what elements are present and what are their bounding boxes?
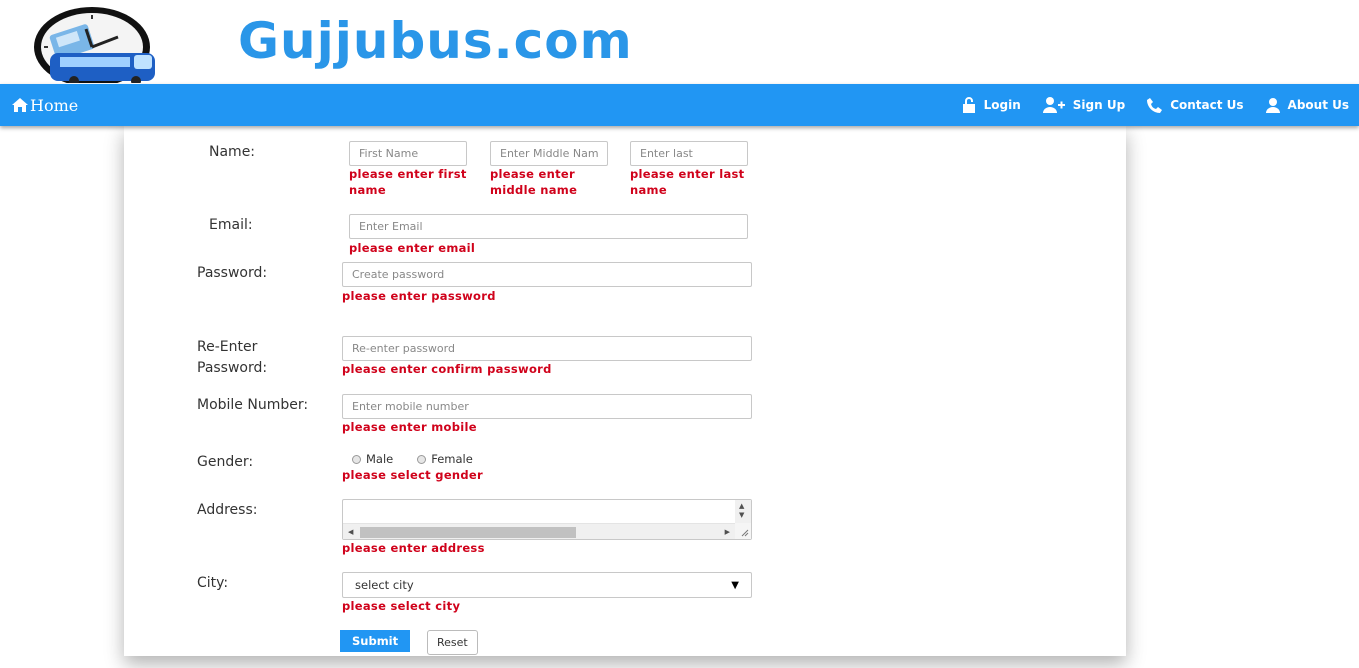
email-input[interactable] — [349, 214, 748, 239]
registration-form: Name: please enter first name please ent… — [124, 126, 1126, 656]
address-textarea[interactable]: ▲ ▼ ◀ ▶ — [342, 499, 752, 540]
horizontal-scroll-thumb[interactable] — [360, 527, 576, 538]
nav-signup-label: Sign Up — [1072, 98, 1126, 112]
nav-login-label: Login — [983, 98, 1021, 112]
nav-signup-link[interactable]: Sign Up — [1031, 97, 1130, 113]
gender-female-option[interactable]: Female — [417, 452, 473, 466]
resize-handle-icon[interactable] — [735, 523, 751, 539]
first-name-error: please enter first name — [349, 167, 467, 197]
city-select[interactable]: select city ▼ — [342, 572, 752, 598]
mobile-label: Mobile Number: — [197, 397, 309, 413]
nav-contact-link[interactable]: Contact Us — [1135, 97, 1248, 113]
user-icon — [1265, 97, 1280, 113]
address-error: please enter address — [342, 541, 485, 555]
nav-about-link[interactable]: About Us — [1254, 97, 1354, 113]
last-name-error: please enter last name — [630, 167, 745, 197]
add-user-icon — [1042, 97, 1065, 113]
nav-about-label: About Us — [1287, 98, 1349, 112]
nav-contact-label: Contact Us — [1170, 98, 1244, 112]
submit-button[interactable]: Submit — [340, 630, 411, 652]
scroll-up-arrow-icon[interactable]: ▲ — [739, 502, 744, 510]
gender-label: Gender: — [197, 454, 254, 470]
first-name-input[interactable] — [349, 141, 467, 166]
nav-home-link[interactable]: Home — [12, 84, 78, 126]
reenter-password-error: please enter confirm password — [342, 362, 552, 376]
reenter-password-label-line2: Password: — [197, 360, 268, 376]
scroll-right-arrow-icon[interactable]: ▶ — [725, 528, 730, 536]
middle-name-input[interactable] — [490, 141, 608, 166]
nav-home-label: Home — [30, 95, 79, 115]
gender-radio-group: Male Female — [352, 452, 497, 466]
city-selected-value: select city — [355, 578, 414, 592]
phone-icon — [1147, 97, 1163, 113]
gender-male-radio[interactable] — [352, 454, 361, 464]
city-error: please select city — [342, 599, 461, 613]
middle-name-error: please enter middle name — [490, 167, 578, 197]
address-horizontal-scrollbar[interactable]: ◀ ▶ — [343, 523, 735, 539]
gender-male-label: Male — [366, 452, 394, 466]
gender-female-radio[interactable] — [417, 454, 427, 464]
mobile-error: please enter mobile — [342, 420, 477, 434]
reenter-password-label-line1: Re-Enter — [197, 339, 258, 355]
city-label: City: — [197, 575, 229, 591]
password-error: please enter password — [342, 289, 496, 303]
email-label: Email: — [209, 217, 253, 233]
name-label: Name: — [209, 144, 256, 160]
scroll-left-arrow-icon[interactable]: ◀ — [348, 528, 353, 536]
mobile-input[interactable] — [342, 394, 752, 419]
reenter-password-input[interactable] — [342, 336, 752, 361]
nav-login-link[interactable]: Login — [950, 97, 1026, 113]
password-label: Password: — [197, 265, 268, 281]
password-input[interactable] — [342, 262, 752, 287]
address-label: Address: — [197, 502, 258, 518]
gender-female-label: Female — [431, 452, 473, 466]
gender-male-option[interactable]: Male — [352, 452, 393, 466]
gender-error: please select gender — [342, 468, 484, 482]
reset-button[interactable]: Reset — [427, 630, 478, 655]
email-error: please enter email — [349, 241, 476, 255]
chevron-down-icon: ▼ — [731, 579, 739, 591]
scroll-down-arrow-icon[interactable]: ▼ — [739, 511, 744, 519]
site-title: Gujjubus.com — [238, 12, 633, 70]
address-vertical-scrollbar[interactable]: ▲ ▼ — [735, 500, 751, 523]
navbar: Home Login Sign Up Contact Us About Us — [0, 84, 1359, 126]
unlock-icon — [962, 97, 975, 113]
last-name-input[interactable] — [630, 141, 748, 166]
home-icon — [12, 98, 28, 112]
site-logo — [34, 7, 155, 83]
